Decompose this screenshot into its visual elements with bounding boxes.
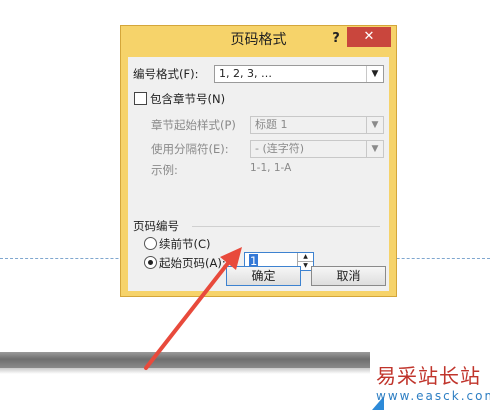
watermark-title: 易采站长站: [376, 364, 481, 388]
site-watermark: 易采站长站 www.easck.com: [372, 356, 490, 413]
watermark-url: www.easck.com: [376, 389, 490, 403]
annotation-arrow: [144, 247, 242, 370]
